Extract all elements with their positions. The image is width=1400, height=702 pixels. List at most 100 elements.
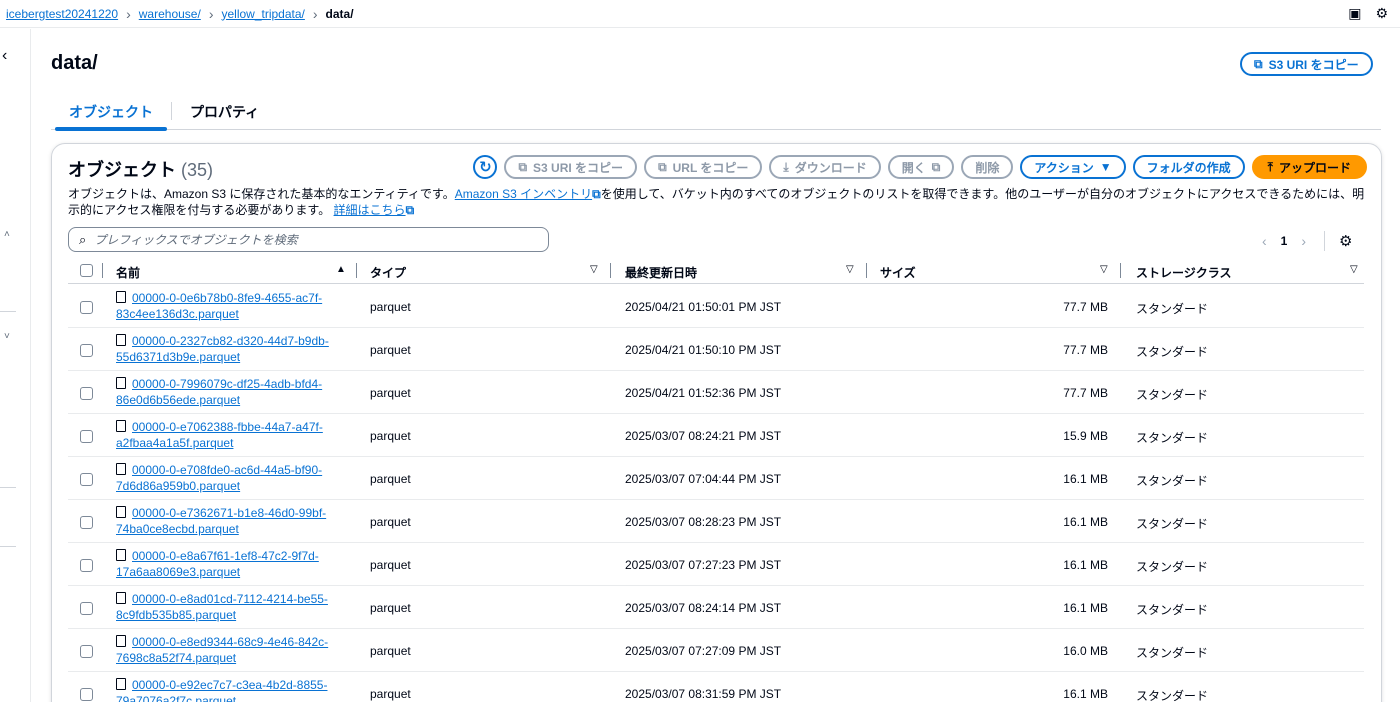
table-row: 00000-0-0e6b78b0-8fe9-4655-ac7f- 83c4ee13… (68, 285, 1364, 328)
caret-icon: ˄ (4, 229, 10, 240)
actions-label: アクション (1034, 160, 1094, 175)
preferences-gear-icon[interactable]: ⚙ (1339, 232, 1352, 250)
panel-icon[interactable]: ▣ (1348, 5, 1361, 22)
breadcrumb-item-warehouse[interactable]: warehouse/ (139, 7, 201, 21)
file-icon (116, 463, 126, 475)
open-label: 開く (901, 160, 926, 175)
row-checkbox[interactable] (80, 344, 93, 357)
copy-s3-uri-button-disabled[interactable]: ⧉ S3 URI をコピー (504, 155, 638, 179)
column-header-storage-class[interactable]: ストレージクラス (1136, 264, 1232, 281)
chevron-left-icon[interactable]: ‹ (2, 47, 7, 65)
object-name-line1: 00000-0-e8ad01cd-7112-4214-be55- (132, 592, 328, 606)
object-link[interactable]: 00000-0-e708fde0-ac6d-44a5-bf90- 7d6d86a9… (116, 463, 322, 493)
copy-s3-uri-button[interactable]: ⧉ S3 URI をコピー (1240, 52, 1373, 76)
column-divider (610, 263, 611, 278)
settings-icon[interactable]: ⚙ (1375, 5, 1388, 22)
row-checkbox[interactable] (80, 602, 93, 615)
column-header-last-modified[interactable]: 最終更新日時 (625, 264, 697, 281)
row-checkbox[interactable] (80, 516, 93, 529)
object-name-line1: 00000-0-e92ec7c7-c3ea-4b2d-8855- (132, 678, 328, 692)
sort-icon[interactable]: ▽ (1100, 264, 1108, 275)
table-row: 00000-0-e7062388-fbbe-44a7-a47f-a2fbaa4a… (68, 414, 1364, 457)
object-modified: 2025/04/21 01:50:01 PM JST (625, 300, 782, 314)
objects-panel-title: オブジェクト (35) (68, 156, 213, 182)
refresh-button[interactable]: ↻ (473, 155, 498, 179)
object-name: 00000-0-2327cb82-d320-44d7-b9db- 55d6371d… (116, 333, 356, 365)
inventory-link[interactable]: Amazon S3 インベントリ (455, 187, 592, 201)
object-modified: 2025/03/07 08:24:21 PM JST (625, 429, 782, 443)
object-name-line2: 17a6aa8069e3.parquet (116, 565, 241, 579)
object-type: parquet (370, 343, 411, 357)
object-link[interactable]: 00000-0-e7062388-fbbe-44a7-a47f-a2fbaa4a… (116, 420, 323, 450)
column-header-name[interactable]: 名前 (116, 264, 140, 281)
copy-url-button[interactable]: ⧉ URL をコピー (644, 155, 763, 179)
sort-icon[interactable]: ▽ (1350, 264, 1358, 275)
breadcrumb-item-yellow-tripdata[interactable]: yellow_tripdata/ (221, 7, 304, 21)
caret-icon: ˅ (4, 331, 10, 342)
open-button[interactable]: 開く ⧉ (887, 155, 955, 179)
table-row: 00000-0-e708fde0-ac6d-44a5-bf90- 7d6d86a9… (68, 457, 1364, 500)
chevron-right-icon: › (312, 5, 318, 22)
row-checkbox[interactable] (80, 473, 93, 486)
sort-icon[interactable]: ▽ (846, 264, 854, 275)
object-link[interactable]: 00000-0-2327cb82-d320-44d7-b9db- 55d6371d… (116, 334, 329, 364)
select-all-checkbox[interactable] (80, 264, 93, 277)
object-link[interactable]: 00000-0-7996079c-df25-4adb-bfd4- 86e0d6b5… (116, 377, 322, 407)
search-box: ⌕ (68, 227, 549, 252)
row-checkbox[interactable] (80, 430, 93, 443)
object-storage-class: スタンダード (1136, 689, 1209, 702)
tab-objects[interactable]: オブジェクト (51, 96, 171, 131)
object-link[interactable]: 00000-0-0e6b78b0-8fe9-4655-ac7f- 83c4ee13… (116, 291, 322, 321)
object-link[interactable]: 00000-0-e7362671-b1e8-46d0-99bf- 74ba0ce8… (116, 506, 326, 536)
object-link[interactable]: 00000-0-e92ec7c7-c3ea-4b2d-8855- 79a7076a… (116, 678, 327, 702)
delete-button[interactable]: 削除 (961, 155, 1014, 179)
upload-icon: ⤒ (1267, 159, 1273, 174)
object-name-line2: 83c4ee136d3c.parquet (116, 307, 239, 321)
file-icon (116, 635, 126, 647)
file-icon (116, 549, 126, 561)
column-header-type[interactable]: タイプ (370, 264, 406, 281)
object-name: 00000-0-e92ec7c7-c3ea-4b2d-8855- 79a7076a… (116, 677, 356, 702)
row-checkbox[interactable] (80, 688, 93, 701)
prev-page-icon[interactable]: ‹ (1262, 233, 1267, 249)
object-name-line1: 00000-0-e7062388-fbbe-44a7-a47f- (132, 420, 323, 434)
table-row: 00000-0-e8a67f61-1ef8-47c2-9f7d- 17a6aa80… (68, 543, 1364, 586)
refresh-icon: ↻ (479, 159, 492, 176)
object-type: parquet (370, 515, 411, 529)
tab-properties[interactable]: プロパティ (172, 96, 277, 130)
file-icon (116, 291, 126, 303)
file-icon (116, 506, 126, 518)
object-name-line1: 00000-0-e8a67f61-1ef8-47c2-9f7d- (132, 549, 319, 563)
file-icon (116, 678, 126, 690)
create-folder-button[interactable]: フォルダの作成 (1132, 155, 1245, 179)
row-checkbox[interactable] (80, 301, 93, 314)
breadcrumb-item-bucket[interactable]: icebergtest20241220 (6, 7, 118, 21)
sort-ascending-icon[interactable]: ▲ (336, 264, 346, 275)
column-header-size[interactable]: サイズ (880, 264, 916, 281)
search-icon: ⌕ (79, 231, 87, 247)
object-link[interactable]: 00000-0-e8ed9344-68c9-4e46-842c- 7698c8a5… (116, 635, 328, 665)
object-name-line1: 00000-0-e708fde0-ac6d-44a5-bf90- (132, 463, 323, 477)
object-link[interactable]: 00000-0-e8a67f61-1ef8-47c2-9f7d- 17a6aa80… (116, 549, 319, 579)
object-type: parquet (370, 644, 411, 658)
upload-button[interactable]: ⤒ アップロード (1251, 155, 1367, 179)
page-number[interactable]: 1 (1281, 234, 1288, 248)
download-button[interactable]: ⤓ ダウンロード (769, 155, 881, 179)
object-name-line2: 86e0d6b56ede.parquet (116, 393, 241, 407)
upload-label: アップロード (1278, 160, 1351, 175)
copy-icon: ⧉ (518, 159, 528, 174)
sort-icon[interactable]: ▽ (590, 264, 598, 275)
row-checkbox[interactable] (80, 559, 93, 572)
row-checkbox[interactable] (80, 645, 93, 658)
breadcrumb-current: data/ (325, 6, 354, 21)
object-link[interactable]: 00000-0-e8ad01cd-7112-4214-be55- 8c9fdb53… (116, 592, 328, 622)
object-name-line2: 7d6d86a959b0.parquet (116, 479, 241, 493)
row-checkbox[interactable] (80, 387, 93, 400)
search-input[interactable] (94, 232, 515, 247)
learn-more-link[interactable]: 詳細はこちら (334, 203, 406, 217)
object-type: parquet (370, 687, 411, 701)
object-storage-class: スタンダード (1136, 302, 1209, 316)
object-name: 00000-0-7996079c-df25-4adb-bfd4- 86e0d6b5… (116, 376, 356, 408)
actions-dropdown[interactable]: アクション ▼ (1020, 155, 1126, 179)
next-page-icon[interactable]: › (1301, 233, 1306, 249)
